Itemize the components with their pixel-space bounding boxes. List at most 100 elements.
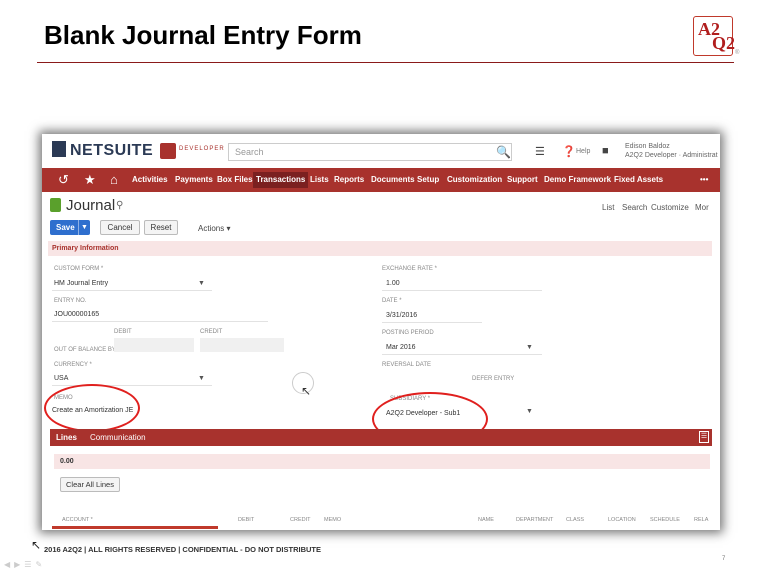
column-header[interactable]: MEMO [324, 517, 341, 523]
nav-support[interactable]: Support [507, 175, 538, 184]
chevron-down-icon[interactable]: ▼ [526, 344, 533, 351]
column-header[interactable]: DEPARTMENT [516, 517, 553, 523]
title-divider [37, 62, 734, 63]
nav-reports[interactable]: Reports [334, 175, 364, 184]
cancel-button[interactable]: Cancel [100, 220, 140, 235]
sublist-tabs [50, 429, 712, 446]
entry-no-label: ENTRY NO. [54, 298, 87, 304]
recent-icon[interactable]: ↺ [58, 172, 69, 188]
entry-no-field[interactable]: JOU00000165 [54, 311, 99, 318]
reset-button[interactable]: Reset [144, 220, 178, 235]
reversal-date-label: REVERSAL DATE [382, 362, 432, 368]
slide-title: Blank Journal Entry Form [44, 20, 362, 50]
more-link[interactable]: Mor [695, 203, 709, 212]
column-header[interactable]: ACCOUNT * [62, 517, 93, 523]
netsuite-screenshot: NETSUITE DEVELOPER Search 🔍 ☰ ❓ Help ■ E… [42, 134, 720, 530]
field-underline [382, 354, 542, 355]
credit-label: CREDIT [200, 329, 223, 335]
nav-setup[interactable]: Setup [417, 175, 439, 184]
search-link[interactable]: Search [622, 203, 647, 212]
nav-payments[interactable]: Payments [175, 175, 213, 184]
section-title: Primary Information [52, 245, 119, 252]
nav-demo-framework[interactable]: Demo Framework [544, 175, 611, 184]
user-role: A2Q2 Developer · Administrat [625, 152, 718, 159]
nav-customization[interactable]: Customization [447, 175, 502, 184]
tab-communication[interactable]: Communication [90, 433, 146, 442]
clear-all-lines-button[interactable]: Clear All Lines [60, 477, 120, 492]
journal-record-icon [50, 198, 61, 212]
field-underline [382, 290, 542, 291]
tab-lines[interactable]: Lines [56, 433, 77, 442]
recent-records-icon[interactable]: ☰ [535, 145, 545, 158]
defer-entry-label[interactable]: DEFER ENTRY [472, 376, 514, 382]
field-underline [382, 322, 482, 323]
debit-total [114, 338, 194, 352]
slide-footer: 2016 A2Q2 | ALL RIGHTS RESERVED | CONFID… [44, 545, 322, 554]
netsuite-mark-icon [52, 141, 66, 157]
save-dropdown-icon[interactable]: ▼ [78, 220, 90, 235]
page-title: Journal [66, 197, 116, 214]
posting-period-select[interactable]: Mar 2016 [386, 344, 416, 351]
credit-total [200, 338, 284, 352]
save-label: Save [56, 223, 75, 232]
annotation-circle-memo [44, 384, 140, 432]
actions-menu[interactable]: Actions ▾ [198, 224, 230, 233]
column-header[interactable]: CLASS [566, 517, 584, 523]
presentation-controls[interactable]: ◀▶☰✎ [4, 560, 46, 569]
user-avatar-icon[interactable]: ■ [602, 145, 609, 157]
custom-form-select[interactable]: HM Journal Entry [54, 280, 108, 287]
nav-documents[interactable]: Documents [371, 175, 415, 184]
global-search-input[interactable]: Search [228, 143, 512, 161]
column-header[interactable]: NAME [478, 517, 494, 523]
a2q2-logo: A2 Q2 [693, 16, 736, 56]
nav-more[interactable]: ••• [700, 175, 708, 184]
column-header[interactable]: SCHEDULE [650, 517, 680, 523]
column-header[interactable]: CREDIT [290, 517, 310, 523]
field-underline [52, 321, 268, 322]
help-link[interactable]: Help [576, 148, 590, 155]
home-icon[interactable]: ⌂ [110, 172, 118, 187]
currency-select[interactable]: USA [54, 375, 68, 382]
custom-form-label: CUSTOM FORM * [54, 266, 104, 272]
nav-activities[interactable]: Activities [132, 175, 168, 184]
nav-box-files[interactable]: Box Files [217, 175, 253, 184]
primary-info-header[interactable] [48, 241, 712, 256]
column-header[interactable]: LOCATION [608, 517, 636, 523]
chevron-down-icon[interactable]: ▼ [526, 408, 533, 415]
nav-lists[interactable]: Lists [310, 175, 329, 184]
customize-link[interactable]: Customize [651, 203, 689, 212]
date-label: DATE * [382, 298, 402, 304]
help-icon[interactable]: ❓ [562, 145, 576, 158]
search-icon[interactable]: 🔍 [496, 145, 511, 159]
main-nav: ↺ ★ ⌂ Activities Payments Box Files Tran… [42, 168, 720, 192]
brand-name: NETSUITE [70, 142, 154, 159]
currency-label: CURRENCY * [54, 362, 92, 368]
out-of-balance-label: OUT OF BALANCE BY [54, 347, 116, 353]
mouse-cursor-icon: ↖ [301, 384, 312, 398]
column-header[interactable]: RELA [694, 517, 708, 523]
expand-icon[interactable]: ☰ [699, 431, 709, 443]
netsuite-logo[interactable]: NETSUITE [52, 141, 153, 160]
logo-registered-mark: ® [735, 50, 740, 56]
date-field[interactable]: 3/31/2016 [386, 312, 417, 319]
column-header[interactable]: DEBIT [238, 517, 254, 523]
list-link[interactable]: List [602, 203, 614, 212]
field-underline [52, 290, 212, 291]
chevron-down-icon[interactable]: ▼ [198, 375, 205, 382]
star-icon[interactable]: ★ [84, 172, 96, 188]
account-column-focus [52, 526, 218, 529]
save-button[interactable]: Save ▼ [50, 220, 90, 235]
chevron-down-icon[interactable]: ▼ [198, 280, 205, 287]
top-bar: NETSUITE DEVELOPER Search 🔍 ☰ ❓ Help ■ E… [42, 134, 720, 168]
logo-text-bottom: Q2 [712, 33, 736, 53]
mouse-pointer-icon: ↖ [31, 538, 42, 552]
page-number: 7 [722, 556, 726, 562]
nav-fixed-assets[interactable]: Fixed Assets [614, 175, 663, 184]
lines-total-bar [54, 454, 710, 469]
exchange-rate-label: EXCHANGE RATE * [382, 266, 437, 272]
user-menu[interactable]: Edison Baldoz A2Q2 Developer · Administr… [625, 142, 718, 160]
debit-label: DEBIT [114, 329, 132, 335]
page-search-icon[interactable]: ⚲ [116, 200, 123, 211]
exchange-rate-field[interactable]: 1.00 [386, 280, 400, 287]
nav-transactions[interactable]: Transactions [253, 172, 309, 188]
